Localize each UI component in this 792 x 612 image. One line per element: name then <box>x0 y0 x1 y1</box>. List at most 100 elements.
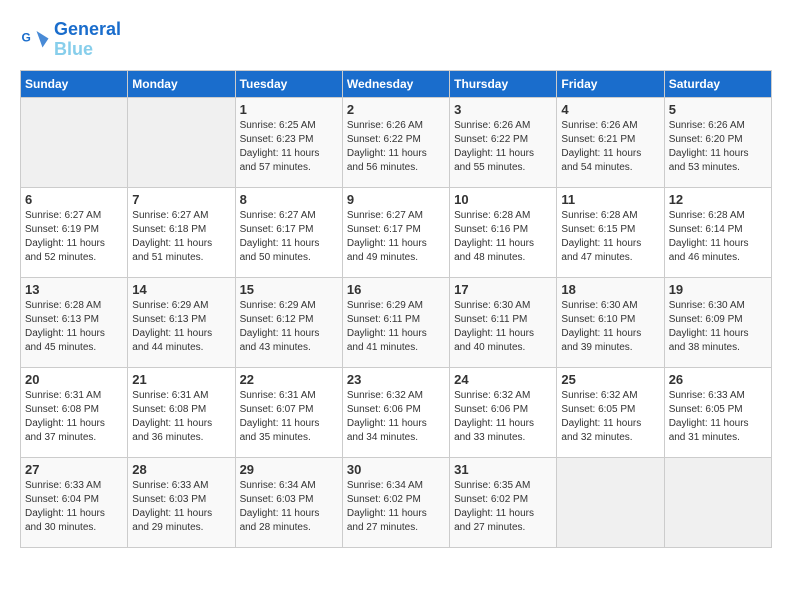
day-number: 22 <box>240 372 338 387</box>
calendar-cell: 21 Sunrise: 6:31 AMSunset: 6:08 PMDayligh… <box>128 367 235 457</box>
day-sun-info: Sunrise: 6:33 AMSunset: 6:05 PMDaylight:… <box>669 389 767 445</box>
day-header-saturday: Saturday <box>664 70 771 97</box>
calendar-week-4: 20 Sunrise: 6:31 AMSunset: 6:08 PMDayligh… <box>21 367 772 457</box>
calendar-cell: 8 Sunrise: 6:27 AMSunset: 6:17 PMDaylight… <box>235 187 342 277</box>
day-number: 23 <box>347 372 445 387</box>
logo: G GeneralBlue <box>20 20 121 60</box>
day-number: 25 <box>561 372 659 387</box>
day-sun-info: Sunrise: 6:31 AMSunset: 6:08 PMDaylight:… <box>132 389 230 445</box>
calendar-cell: 28 Sunrise: 6:33 AMSunset: 6:03 PMDayligh… <box>128 457 235 547</box>
calendar-cell: 6 Sunrise: 6:27 AMSunset: 6:19 PMDaylight… <box>21 187 128 277</box>
day-sun-info: Sunrise: 6:25 AMSunset: 6:23 PMDaylight:… <box>240 119 338 175</box>
day-number: 20 <box>25 372 123 387</box>
day-sun-info: Sunrise: 6:26 AMSunset: 6:22 PMDaylight:… <box>454 119 552 175</box>
day-number: 6 <box>25 192 123 207</box>
day-sun-info: Sunrise: 6:29 AMSunset: 6:12 PMDaylight:… <box>240 299 338 355</box>
day-sun-info: Sunrise: 6:31 AMSunset: 6:07 PMDaylight:… <box>240 389 338 445</box>
calendar-table: SundayMondayTuesdayWednesdayThursdayFrid… <box>20 70 772 548</box>
day-sun-info: Sunrise: 6:30 AMSunset: 6:09 PMDaylight:… <box>669 299 767 355</box>
day-sun-info: Sunrise: 6:34 AMSunset: 6:03 PMDaylight:… <box>240 479 338 535</box>
day-header-monday: Monday <box>128 70 235 97</box>
calendar-cell: 20 Sunrise: 6:31 AMSunset: 6:08 PMDayligh… <box>21 367 128 457</box>
day-number: 3 <box>454 102 552 117</box>
day-number: 18 <box>561 282 659 297</box>
day-number: 31 <box>454 462 552 477</box>
day-sun-info: Sunrise: 6:31 AMSunset: 6:08 PMDaylight:… <box>25 389 123 445</box>
day-number: 7 <box>132 192 230 207</box>
calendar-cell: 3 Sunrise: 6:26 AMSunset: 6:22 PMDaylight… <box>450 97 557 187</box>
day-header-thursday: Thursday <box>450 70 557 97</box>
day-number: 27 <box>25 462 123 477</box>
day-number: 4 <box>561 102 659 117</box>
day-number: 11 <box>561 192 659 207</box>
day-header-tuesday: Tuesday <box>235 70 342 97</box>
calendar-cell: 27 Sunrise: 6:33 AMSunset: 6:04 PMDayligh… <box>21 457 128 547</box>
day-sun-info: Sunrise: 6:28 AMSunset: 6:16 PMDaylight:… <box>454 209 552 265</box>
calendar-cell: 23 Sunrise: 6:32 AMSunset: 6:06 PMDayligh… <box>342 367 449 457</box>
day-number: 21 <box>132 372 230 387</box>
day-sun-info: Sunrise: 6:30 AMSunset: 6:10 PMDaylight:… <box>561 299 659 355</box>
logo-text: GeneralBlue <box>54 20 121 60</box>
calendar-cell: 18 Sunrise: 6:30 AMSunset: 6:10 PMDayligh… <box>557 277 664 367</box>
calendar-cell: 12Sunrise: 6:28 AMSunset: 6:14 PMDayligh… <box>664 187 771 277</box>
day-number: 10 <box>454 192 552 207</box>
day-number: 17 <box>454 282 552 297</box>
day-sun-info: Sunrise: 6:26 AMSunset: 6:21 PMDaylight:… <box>561 119 659 175</box>
calendar-cell: 14Sunrise: 6:29 AMSunset: 6:13 PMDayligh… <box>128 277 235 367</box>
calendar-cell: 2 Sunrise: 6:26 AMSunset: 6:22 PMDaylight… <box>342 97 449 187</box>
day-sun-info: Sunrise: 6:32 AMSunset: 6:06 PMDaylight:… <box>347 389 445 445</box>
day-sun-info: Sunrise: 6:33 AMSunset: 6:04 PMDaylight:… <box>25 479 123 535</box>
day-header-wednesday: Wednesday <box>342 70 449 97</box>
day-sun-info: Sunrise: 6:33 AMSunset: 6:03 PMDaylight:… <box>132 479 230 535</box>
calendar-cell: 11Sunrise: 6:28 AMSunset: 6:15 PMDayligh… <box>557 187 664 277</box>
calendar-cell <box>664 457 771 547</box>
day-number: 28 <box>132 462 230 477</box>
day-number: 1 <box>240 102 338 117</box>
svg-text:G: G <box>22 30 31 44</box>
calendar-cell: 22 Sunrise: 6:31 AMSunset: 6:07 PMDayligh… <box>235 367 342 457</box>
day-number: 13 <box>25 282 123 297</box>
day-sun-info: Sunrise: 6:27 AMSunset: 6:19 PMDaylight:… <box>25 209 123 265</box>
day-sun-info: Sunrise: 6:27 AMSunset: 6:18 PMDaylight:… <box>132 209 230 265</box>
day-number: 12 <box>669 192 767 207</box>
calendar-cell: 17 Sunrise: 6:30 AMSunset: 6:11 PMDayligh… <box>450 277 557 367</box>
calendar-cell: 29Sunrise: 6:34 AMSunset: 6:03 PMDayligh… <box>235 457 342 547</box>
calendar-cell: 25 Sunrise: 6:32 AMSunset: 6:05 PMDayligh… <box>557 367 664 457</box>
calendar-week-5: 27 Sunrise: 6:33 AMSunset: 6:04 PMDayligh… <box>21 457 772 547</box>
day-sun-info: Sunrise: 6:26 AMSunset: 6:20 PMDaylight:… <box>669 119 767 175</box>
day-number: 5 <box>669 102 767 117</box>
calendar-cell: 10 Sunrise: 6:28 AMSunset: 6:16 PMDayligh… <box>450 187 557 277</box>
calendar-week-2: 6 Sunrise: 6:27 AMSunset: 6:19 PMDaylight… <box>21 187 772 277</box>
calendar-cell: 16 Sunrise: 6:29 AMSunset: 6:11 PMDayligh… <box>342 277 449 367</box>
calendar-cell: 31Sunrise: 6:35 AMSunset: 6:02 PMDayligh… <box>450 457 557 547</box>
calendar-cell: 5 Sunrise: 6:26 AMSunset: 6:20 PMDaylight… <box>664 97 771 187</box>
page-header: G GeneralBlue <box>20 20 772 60</box>
day-sun-info: Sunrise: 6:26 AMSunset: 6:22 PMDaylight:… <box>347 119 445 175</box>
calendar-cell: 4 Sunrise: 6:26 AMSunset: 6:21 PMDaylight… <box>557 97 664 187</box>
day-number: 30 <box>347 462 445 477</box>
calendar-cell: 1 Sunrise: 6:25 AMSunset: 6:23 PMDaylight… <box>235 97 342 187</box>
calendar-cell: 26Sunrise: 6:33 AMSunset: 6:05 PMDayligh… <box>664 367 771 457</box>
day-number: 15 <box>240 282 338 297</box>
calendar-cell <box>128 97 235 187</box>
calendar-week-1: 1 Sunrise: 6:25 AMSunset: 6:23 PMDaylight… <box>21 97 772 187</box>
day-sun-info: Sunrise: 6:30 AMSunset: 6:11 PMDaylight:… <box>454 299 552 355</box>
calendar-cell: 19 Sunrise: 6:30 AMSunset: 6:09 PMDayligh… <box>664 277 771 367</box>
logo-icon: G <box>20 25 50 55</box>
calendar-cell: 9 Sunrise: 6:27 AMSunset: 6:17 PMDaylight… <box>342 187 449 277</box>
calendar-week-3: 13Sunrise: 6:28 AMSunset: 6:13 PMDayligh… <box>21 277 772 367</box>
day-number: 14 <box>132 282 230 297</box>
day-sun-info: Sunrise: 6:32 AMSunset: 6:05 PMDaylight:… <box>561 389 659 445</box>
day-number: 16 <box>347 282 445 297</box>
day-number: 8 <box>240 192 338 207</box>
day-sun-info: Sunrise: 6:32 AMSunset: 6:06 PMDaylight:… <box>454 389 552 445</box>
day-number: 2 <box>347 102 445 117</box>
day-sun-info: Sunrise: 6:29 AMSunset: 6:11 PMDaylight:… <box>347 299 445 355</box>
calendar-header-row: SundayMondayTuesdayWednesdayThursdayFrid… <box>21 70 772 97</box>
day-number: 19 <box>669 282 767 297</box>
calendar-cell: 13Sunrise: 6:28 AMSunset: 6:13 PMDayligh… <box>21 277 128 367</box>
day-sun-info: Sunrise: 6:27 AMSunset: 6:17 PMDaylight:… <box>240 209 338 265</box>
day-number: 9 <box>347 192 445 207</box>
day-header-friday: Friday <box>557 70 664 97</box>
day-sun-info: Sunrise: 6:27 AMSunset: 6:17 PMDaylight:… <box>347 209 445 265</box>
